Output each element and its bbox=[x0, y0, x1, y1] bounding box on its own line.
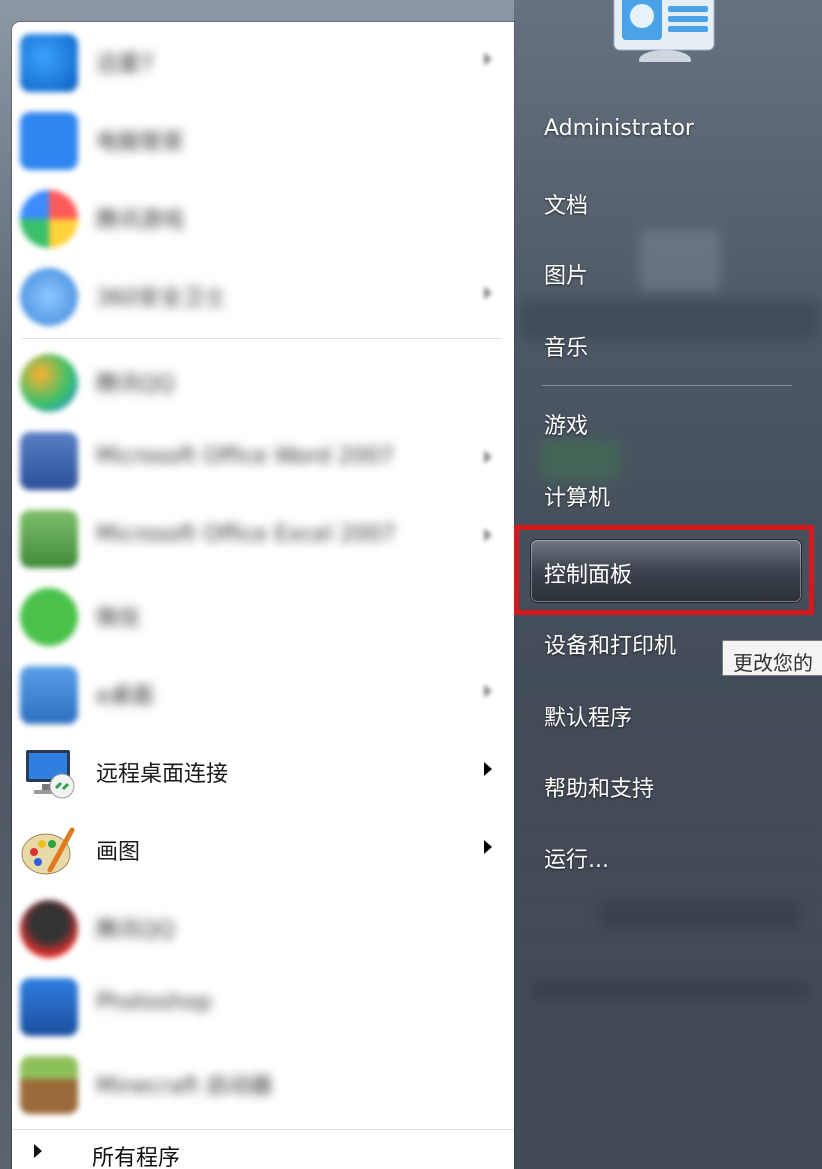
excel-icon bbox=[20, 510, 78, 568]
program-label: Microsoft Office Word 2007 bbox=[96, 444, 394, 469]
program-label: 360安全卫士 bbox=[96, 286, 226, 311]
remote-desktop-icon bbox=[20, 744, 78, 802]
colorful-icon bbox=[20, 190, 78, 248]
calendar-icon bbox=[20, 666, 78, 724]
user-picture-icon[interactable] bbox=[610, 0, 720, 70]
submenu-arrow-icon bbox=[484, 684, 492, 698]
music-item[interactable]: 音乐 bbox=[544, 330, 588, 362]
qq-icon bbox=[20, 900, 78, 958]
photoshop-icon bbox=[20, 978, 78, 1036]
devices-printers-item[interactable]: 设备和打印机 bbox=[544, 628, 676, 660]
program-label: 腾讯QQ bbox=[96, 372, 175, 397]
program-label: 画图 bbox=[96, 840, 141, 865]
pc-manager-icon bbox=[20, 112, 78, 170]
program-label: Microsoft Office Excel 2007 bbox=[96, 522, 396, 547]
run-item[interactable]: 运行... bbox=[544, 842, 609, 874]
wechat-icon bbox=[20, 588, 78, 646]
word-icon bbox=[20, 432, 78, 490]
program-label: Photoshop bbox=[96, 990, 212, 1015]
program-item-paint[interactable]: 画图 bbox=[12, 812, 514, 886]
program-item-remote-desktop[interactable]: 远程桌面连接 bbox=[12, 734, 514, 808]
program-label: 微信 bbox=[96, 606, 141, 631]
all-programs-button[interactable]: 所有程序 bbox=[12, 1129, 514, 1169]
submenu-arrow-icon bbox=[484, 52, 492, 66]
browser-icon bbox=[20, 268, 78, 326]
program-item[interactable]: e桌面 bbox=[12, 656, 514, 730]
user-name-item[interactable]: Administrator bbox=[544, 116, 694, 141]
pictures-item[interactable]: 图片 bbox=[544, 258, 588, 290]
program-label: 迅雷7 bbox=[96, 52, 154, 77]
program-item[interactable]: 电脑管家 bbox=[12, 102, 514, 176]
program-item[interactable]: 腾讯游戏 bbox=[12, 180, 514, 254]
all-programs-label: 所有程序 bbox=[92, 1146, 181, 1169]
default-programs-item[interactable]: 默认程序 bbox=[544, 700, 632, 732]
minecraft-icon bbox=[20, 1056, 78, 1114]
program-label: 腾讯游戏 bbox=[96, 208, 185, 233]
submenu-arrow-icon bbox=[484, 528, 492, 542]
program-label: 腾讯QQ bbox=[96, 918, 175, 943]
program-label: 远程桌面连接 bbox=[96, 762, 229, 787]
program-item[interactable]: Microsoft Office Excel 2007 bbox=[12, 500, 514, 574]
program-item[interactable]: Minecraft 启动器 bbox=[12, 1046, 514, 1120]
submenu-arrow-icon bbox=[484, 762, 492, 776]
control-panel-item[interactable]: 控制面板 bbox=[531, 540, 801, 602]
program-label: Minecraft 启动器 bbox=[96, 1074, 273, 1099]
menu-separator bbox=[542, 385, 792, 386]
submenu-arrow-icon bbox=[484, 840, 492, 854]
programs-pane: 迅雷7 电脑管家 腾讯游戏 360安全卫士 腾讯QQ Microsoft Off… bbox=[12, 22, 514, 1169]
help-support-item[interactable]: 帮助和支持 bbox=[544, 771, 654, 803]
program-item[interactable]: Microsoft Office Word 2007 bbox=[12, 422, 514, 496]
thunder-icon bbox=[20, 34, 78, 92]
computer-item[interactable]: 计算机 bbox=[544, 480, 610, 512]
program-item[interactable]: 腾讯QQ bbox=[12, 890, 514, 964]
chat-icon bbox=[20, 354, 78, 412]
submenu-arrow-icon bbox=[484, 286, 492, 300]
program-item[interactable]: 迅雷7 bbox=[12, 24, 514, 98]
program-item[interactable]: 360安全卫士 bbox=[12, 258, 514, 332]
control-panel-label: 控制面板 bbox=[544, 563, 633, 588]
places-pane: Administrator 文档 图片 音乐 游戏 计算机 控制面板 设备和打印… bbox=[514, 0, 822, 1169]
documents-item[interactable]: 文档 bbox=[544, 188, 588, 220]
submenu-arrow-icon bbox=[484, 450, 492, 464]
tooltip: 更改您的 bbox=[722, 640, 822, 676]
program-item[interactable]: Photoshop bbox=[12, 968, 514, 1042]
paint-icon bbox=[20, 822, 78, 880]
program-item[interactable]: 微信 bbox=[12, 578, 514, 652]
games-item[interactable]: 游戏 bbox=[544, 408, 588, 440]
program-label: e桌面 bbox=[96, 684, 154, 709]
program-item[interactable]: 腾讯QQ bbox=[12, 344, 514, 418]
expand-arrow-icon bbox=[34, 1144, 42, 1158]
program-label: 电脑管家 bbox=[96, 130, 185, 155]
menu-separator bbox=[22, 338, 502, 339]
